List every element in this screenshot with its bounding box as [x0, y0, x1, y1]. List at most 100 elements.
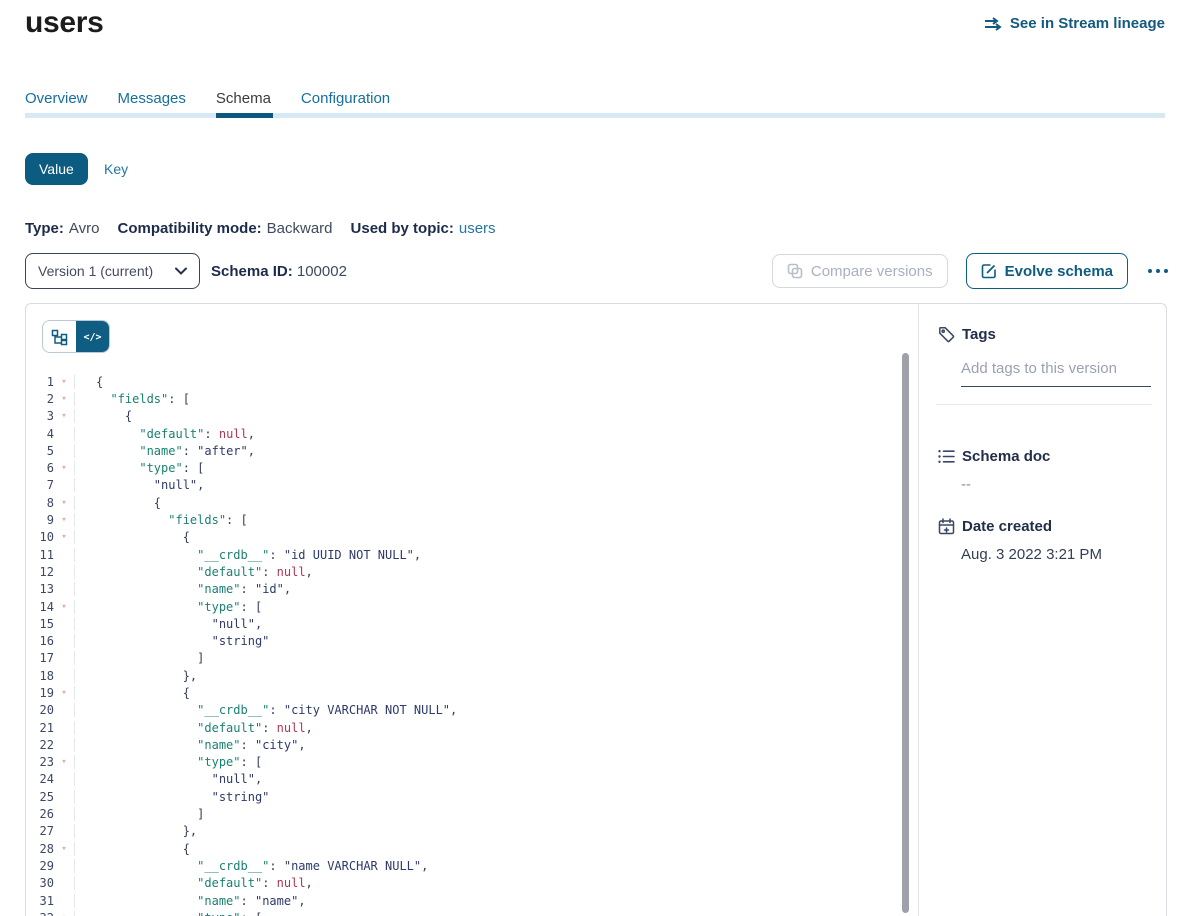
- evolve-schema-button[interactable]: Evolve schema: [966, 253, 1128, 289]
- line-number: 13: [26, 582, 54, 596]
- tag-icon: [938, 326, 955, 343]
- code-text: {: [74, 686, 190, 700]
- code-line: 18 },: [26, 667, 904, 684]
- line-number: 6: [26, 461, 54, 475]
- tags-title: Tags: [962, 326, 996, 343]
- code-line: 29 "__crdb__": "name VARCHAR NULL",: [26, 857, 904, 874]
- code-text: "string": [74, 634, 269, 648]
- code-line: 8▾ {: [26, 494, 904, 511]
- fold-toggle-icon[interactable]: ▾: [54, 498, 74, 508]
- line-number: 28: [26, 842, 54, 856]
- code-text: "null",: [74, 478, 204, 492]
- code-text: "type": [: [74, 461, 204, 475]
- code-lines: 1▾{2▾ "fields": [3▾ {4 "default": null,5…: [26, 373, 904, 916]
- fold-toggle-icon[interactable]: ▾: [54, 757, 74, 767]
- code-line: 28▾ {: [26, 840, 904, 857]
- code-text: "name": "name",: [74, 894, 306, 908]
- schema-doc-title: Schema doc: [962, 448, 1050, 465]
- topic-field: Used by topic:users: [351, 220, 496, 237]
- code-line: 17 ]: [26, 650, 904, 667]
- stream-lineage-icon: [984, 17, 1003, 31]
- line-number: 20: [26, 703, 54, 717]
- view-toggle: </>: [42, 320, 110, 353]
- value-toggle-button[interactable]: Value: [25, 153, 88, 185]
- fold-toggle-icon[interactable]: ▾: [54, 411, 74, 421]
- fold-toggle-icon[interactable]: ▾: [54, 463, 74, 473]
- code-line: 26 ]: [26, 805, 904, 822]
- code-text: "null",: [74, 617, 262, 631]
- tab-underline-track: [25, 113, 1165, 118]
- code-view-icon: </>: [83, 332, 101, 343]
- code-editor: </> 1▾{2▾ "fields": [3▾ {4 "default": nu…: [26, 304, 919, 916]
- edit-icon: [981, 263, 997, 279]
- fold-toggle-icon[interactable]: ▾: [54, 844, 74, 854]
- list-icon: [938, 449, 955, 464]
- scrollbar-thumb[interactable]: [902, 353, 909, 913]
- code-line: 32▾ "type": [: [26, 909, 904, 916]
- line-number: 8: [26, 496, 54, 510]
- tags-input[interactable]: [961, 360, 1151, 387]
- tags-section: Tags: [938, 326, 1150, 405]
- line-number: 17: [26, 651, 54, 665]
- line-number: 4: [26, 427, 54, 441]
- code-text: "__crdb__": "city VARCHAR NOT NULL",: [74, 703, 457, 717]
- compare-versions-button[interactable]: Compare versions: [772, 254, 948, 288]
- schema-doc-header: Schema doc: [938, 448, 1150, 465]
- code-view-button[interactable]: </>: [76, 321, 109, 353]
- code-text: {: [74, 530, 190, 544]
- code-text: ]: [74, 651, 204, 665]
- key-toggle-link[interactable]: Key: [104, 161, 128, 177]
- line-number: 16: [26, 634, 54, 648]
- schema-id-field: Schema ID: 100002: [211, 263, 347, 280]
- date-created-value: Aug. 3 2022 3:21 PM: [961, 546, 1150, 563]
- code-line: 4 "default": null,: [26, 425, 904, 442]
- tab-configuration[interactable]: Configuration: [301, 90, 390, 115]
- fold-toggle-icon[interactable]: ▾: [54, 394, 74, 404]
- tab-messages[interactable]: Messages: [118, 90, 186, 115]
- code-line: 6▾ "type": [: [26, 459, 904, 476]
- code-line: 10▾ {: [26, 529, 904, 546]
- date-created-title: Date created: [962, 518, 1052, 535]
- stream-lineage-link[interactable]: See in Stream lineage: [984, 15, 1165, 32]
- code-text: "name": "id",: [74, 582, 291, 596]
- compatibility-value: Backward: [267, 220, 333, 237]
- code-line: 20 "__crdb__": "city VARCHAR NOT NULL",: [26, 702, 904, 719]
- schema-page: users See in Stream lineage Overview Mes…: [0, 0, 1189, 916]
- code-line: 16 "string": [26, 632, 904, 649]
- code-line: 5 "name": "after",: [26, 442, 904, 459]
- code-line: 19▾ {: [26, 684, 904, 701]
- line-number: 24: [26, 772, 54, 786]
- more-options-button[interactable]: [1146, 265, 1170, 277]
- code-line: 22 "name": "city",: [26, 736, 904, 753]
- topic-link[interactable]: users: [459, 220, 496, 237]
- fold-toggle-icon[interactable]: ▾: [54, 515, 74, 525]
- line-number: 29: [26, 859, 54, 873]
- sidebar-divider: [936, 404, 1152, 405]
- fold-toggle-icon[interactable]: ▾: [54, 532, 74, 542]
- fold-toggle-icon[interactable]: ▾: [54, 377, 74, 387]
- code-line: 31 "name": "name",: [26, 892, 904, 909]
- code-line: 3▾ {: [26, 408, 904, 425]
- schema-panel: </> 1▾{2▾ "fields": [3▾ {4 "default": nu…: [25, 303, 1167, 916]
- code-text: "string": [74, 790, 269, 804]
- line-number: 21: [26, 721, 54, 735]
- code-text: "type": [: [74, 600, 262, 614]
- type-label: Type:: [25, 220, 64, 237]
- tree-view-button[interactable]: [43, 321, 76, 353]
- code-text: "default": null,: [74, 565, 313, 579]
- fold-toggle-icon[interactable]: ▾: [54, 688, 74, 698]
- fold-toggle-icon[interactable]: ▾: [54, 602, 74, 612]
- page-title: users: [25, 6, 104, 40]
- line-number: 23: [26, 755, 54, 769]
- tab-schema[interactable]: Schema: [216, 90, 271, 115]
- schema-id-value: 100002: [297, 263, 347, 280]
- line-number: 26: [26, 807, 54, 821]
- calendar-plus-icon: [938, 518, 955, 535]
- version-select[interactable]: Version 1 (current): [25, 253, 200, 289]
- tab-overview[interactable]: Overview: [25, 90, 88, 115]
- code-text: },: [74, 669, 197, 683]
- line-number: 18: [26, 669, 54, 683]
- line-number: 9: [26, 513, 54, 527]
- line-number: 14: [26, 600, 54, 614]
- compatibility-label: Compatibility mode:: [117, 220, 261, 237]
